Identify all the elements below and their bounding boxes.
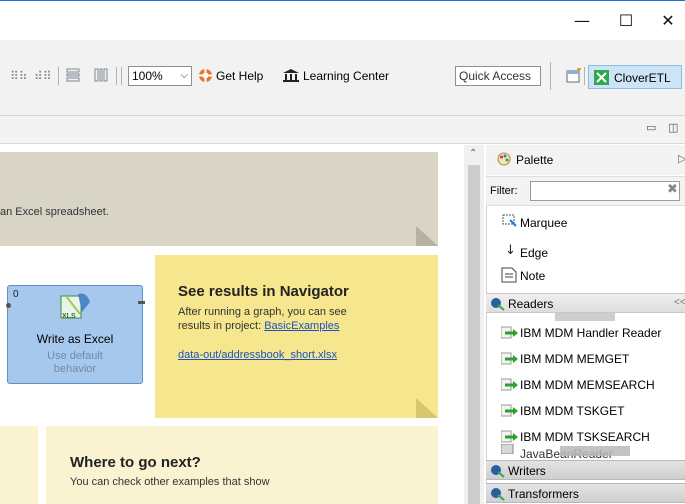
reader-item[interactable]: IBM MDM TSKSEARCH xyxy=(520,430,650,444)
palette-filter-input[interactable] xyxy=(530,181,680,201)
reader-item[interactable]: IBM MDM TSKGET xyxy=(520,404,624,418)
project-link[interactable]: BasicExamples xyxy=(264,320,339,332)
cloveretl-perspective-label: CloverETL xyxy=(614,71,671,85)
get-help-button[interactable]: Get Help xyxy=(216,69,263,83)
intro-note-text: an Excel spreadsheet. xyxy=(0,206,109,218)
minimize-view-icon[interactable]: ▭ xyxy=(646,121,656,134)
distribute-vertical-icon[interactable] xyxy=(66,68,80,82)
output-port[interactable] xyxy=(138,301,145,304)
edge-tool[interactable]: Edge xyxy=(520,246,548,260)
transformers-drawer-icon xyxy=(491,488,505,501)
input-port[interactable] xyxy=(6,303,11,308)
next-note-left[interactable] xyxy=(0,426,38,504)
scrollbar-thumb[interactable] xyxy=(468,165,480,504)
help-lifebuoy-icon xyxy=(199,69,212,82)
distribute-horizontal-icon[interactable] xyxy=(94,68,108,82)
zoom-value: 100% xyxy=(132,69,163,83)
drawer-pin-icon[interactable]: << xyxy=(674,297,685,308)
marquee-icon[interactable] xyxy=(502,214,517,228)
next-note-title: Where to go next? xyxy=(70,454,201,471)
readers-drawer-label: Readers xyxy=(508,297,554,311)
next-note-body: You can check other examples that show xyxy=(70,476,270,488)
component-title: Write as Excel xyxy=(36,332,114,346)
results-note-title: See results in Navigator xyxy=(178,283,349,300)
clear-filter-icon[interactable]: ✖ xyxy=(667,182,678,197)
note-tool[interactable]: Note xyxy=(520,269,545,283)
toolbar-separator xyxy=(58,67,59,85)
javabean-reader-icon xyxy=(501,444,514,454)
reader-item[interactable]: IBM MDM MEMSEARCH xyxy=(520,378,655,392)
scroll-up-icon[interactable]: ⌃ xyxy=(469,148,477,159)
align-horizontal-icon[interactable]: ⠿⠷ xyxy=(10,69,28,83)
editor-header xyxy=(0,116,685,144)
writers-drawer-icon xyxy=(491,465,505,478)
note-fold xyxy=(416,226,438,246)
toolbar-separator xyxy=(121,67,122,85)
chevron-down-icon: ⌵ xyxy=(180,70,188,81)
palette-collapse-icon[interactable]: ▷ xyxy=(678,152,685,165)
filter-label: Filter: xyxy=(490,185,518,197)
marquee-tool[interactable]: Marquee xyxy=(520,216,567,230)
zoom-select[interactable]: 100% ⌵ xyxy=(128,66,192,86)
reader-arrow-icon xyxy=(501,352,518,365)
toolbar-separator xyxy=(116,67,117,85)
port-record-count: 0 xyxy=(13,289,19,300)
palette-title: Palette xyxy=(516,153,554,167)
reader-arrow-icon xyxy=(501,404,518,417)
note-icon[interactable] xyxy=(501,267,517,283)
toolbar-separator xyxy=(550,62,551,90)
scroll-up-indicator[interactable] xyxy=(555,313,615,321)
results-note-prefix: results in project: xyxy=(178,320,265,332)
maximize-button[interactable]: ☐ xyxy=(606,8,646,34)
results-note[interactable] xyxy=(155,255,438,418)
learning-center-button[interactable]: Learning Center xyxy=(303,69,389,83)
component-subtitle-line1: Use default xyxy=(47,350,103,362)
results-note-line2: results in project: BasicExamples xyxy=(178,320,339,332)
note-fold xyxy=(416,398,438,418)
readers-drawer-icon xyxy=(491,298,505,311)
reader-item[interactable]: IBM MDM Handler Reader xyxy=(520,326,661,340)
learning-center-icon xyxy=(283,69,299,82)
maximize-view-icon[interactable]: ◫ xyxy=(668,121,678,134)
minimize-button[interactable]: — xyxy=(562,8,602,34)
reader-arrow-icon xyxy=(501,430,518,443)
edge-arrow-icon[interactable]: ↓ xyxy=(505,243,516,258)
cloveretl-icon xyxy=(594,70,609,85)
intro-note[interactable] xyxy=(0,152,438,246)
quick-access-input[interactable]: Quick Access xyxy=(455,66,541,86)
align-vertical-icon[interactable]: ⠾⠿ xyxy=(34,69,52,83)
xls-icon-label: XLS xyxy=(62,313,76,320)
component-subtitle-line2: behavior xyxy=(53,363,97,375)
reader-arrow-icon xyxy=(501,378,518,391)
reader-item[interactable]: IBM MDM MEMGET xyxy=(520,352,629,366)
reader-arrow-icon xyxy=(501,326,518,339)
close-button[interactable]: ✕ xyxy=(648,8,685,34)
writers-drawer-label: Writers xyxy=(508,464,546,478)
palette-icon xyxy=(497,152,511,166)
output-file-link[interactable]: data-out/addressbook_short.xlsx xyxy=(178,349,337,361)
open-perspective-icon[interactable] xyxy=(566,68,582,83)
results-note-line1: After running a graph, you can see xyxy=(178,306,347,318)
scroll-down-indicator[interactable] xyxy=(560,446,630,456)
transformers-drawer-label: Transformers xyxy=(508,487,579,501)
toolbar-separator xyxy=(584,67,585,85)
